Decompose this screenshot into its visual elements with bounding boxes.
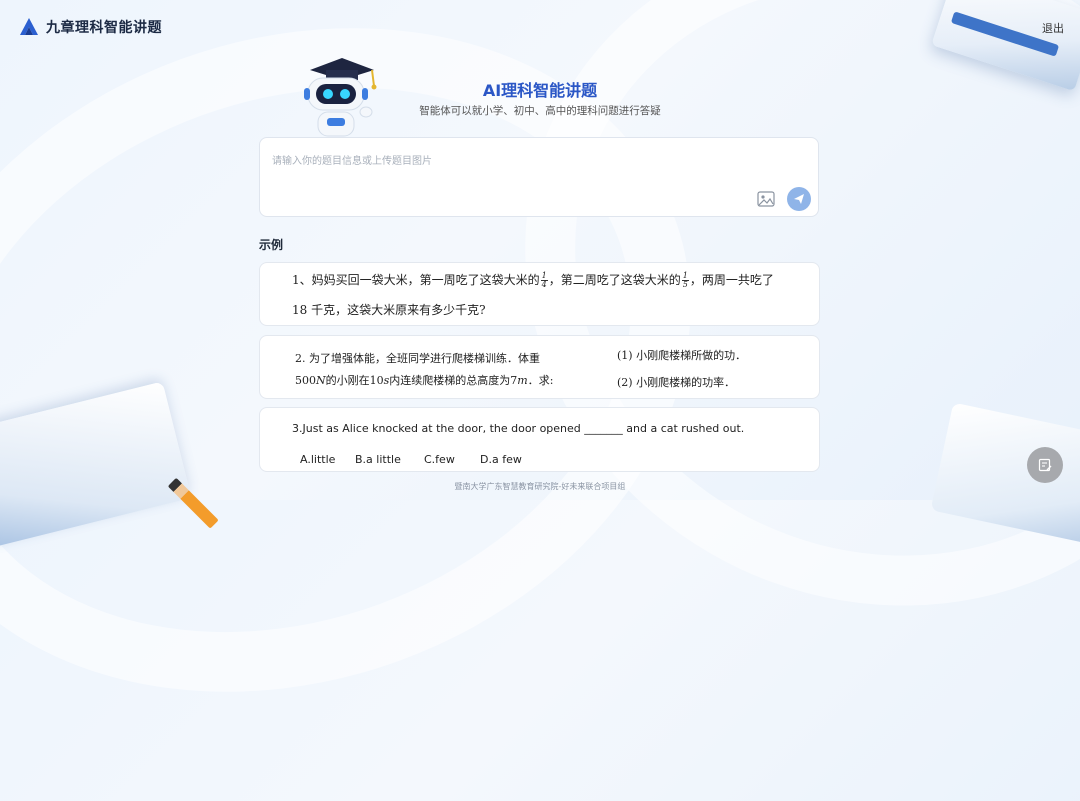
example-text: ．求:	[527, 374, 554, 387]
example-card-2[interactable]: 2. 为了增强体能，全班同学进行爬楼梯训练．体重 500N的小刚在10s内连续爬…	[259, 335, 820, 399]
example-text: m	[517, 374, 528, 387]
send-icon	[794, 194, 804, 204]
question-input-box	[259, 137, 819, 217]
example-2-line-1: 2. 为了增强体能，全班同学进行爬楼梯训练．体重	[295, 352, 540, 365]
page-subtitle: 智能体可以就小学、初中、高中的理科问题进行答疑	[419, 105, 661, 117]
logo-icon	[20, 18, 38, 35]
example-3-options: A.little B.a little C.few D.a few	[300, 453, 522, 466]
option-a: A.little	[300, 453, 336, 466]
example-1-line-1: 1、妈妈买回一袋大米，第一周吃了这袋大米的 1 4 ，第二周吃了这袋大米的 1 5 ，两周一…	[292, 271, 774, 289]
fraction-denominator: 4	[541, 280, 547, 289]
question-input[interactable]	[270, 150, 774, 194]
example-text: ，两周一共吃了	[689, 273, 774, 287]
example-2-line-2: 500N的小刚在10s内连续爬楼梯的总高度为7m．求:	[295, 372, 553, 388]
option-b: B.a little	[355, 453, 401, 466]
fraction-denominator: 5	[682, 280, 688, 289]
option-d: D.a few	[480, 453, 522, 466]
page-title: AI理科智能讲题	[482, 81, 598, 100]
example-3-question: 3.Just as Alice knocked at the door, the…	[292, 422, 745, 435]
footer-credit: 暨南大学广东智慧教育研究院-好未来联合项目组	[454, 482, 626, 491]
brand-logo[interactable]: 九章理科智能讲题	[18, 16, 162, 38]
fraction: 14	[540, 272, 548, 289]
example-card-1[interactable]: 1、妈妈买回一袋大米，第一周吃了这袋大米的 1 4 ，第二周吃了这袋大米的 1 5 ，两周一…	[259, 262, 820, 326]
brand-name: 九章理科智能讲题	[46, 20, 162, 36]
example-2-subquestion-1: (1) 小刚爬楼梯所做的功．	[617, 349, 747, 362]
example-text: 500	[295, 374, 316, 387]
fraction: 15	[681, 272, 689, 289]
logout-button[interactable]: 退出	[1042, 20, 1064, 36]
example-text: 内连续爬楼梯的总高度为	[389, 374, 511, 387]
example-2-subquestion-2: (2) 小刚爬楼梯的功率．	[617, 376, 736, 389]
image-upload-icon[interactable]	[757, 191, 775, 207]
example-text: 的小刚在	[325, 374, 370, 387]
edit-note-icon	[1038, 458, 1052, 472]
notes-button[interactable]	[1027, 447, 1063, 483]
send-button[interactable]	[787, 187, 811, 211]
option-c: C.few	[424, 453, 455, 466]
example-card-3[interactable]: 3.Just as Alice knocked at the door, the…	[259, 407, 820, 472]
examples-heading: 示例	[259, 238, 284, 252]
example-1-line-2: 18 千克，这袋大米原来有多少千克?	[292, 303, 486, 317]
example-text: ，第二周吃了这袋大米的	[548, 273, 681, 287]
example-text: 10	[369, 374, 384, 387]
example-text: N	[316, 374, 326, 387]
example-text: 1、妈妈买回一袋大米，第一周吃了这袋大米的	[292, 273, 540, 287]
